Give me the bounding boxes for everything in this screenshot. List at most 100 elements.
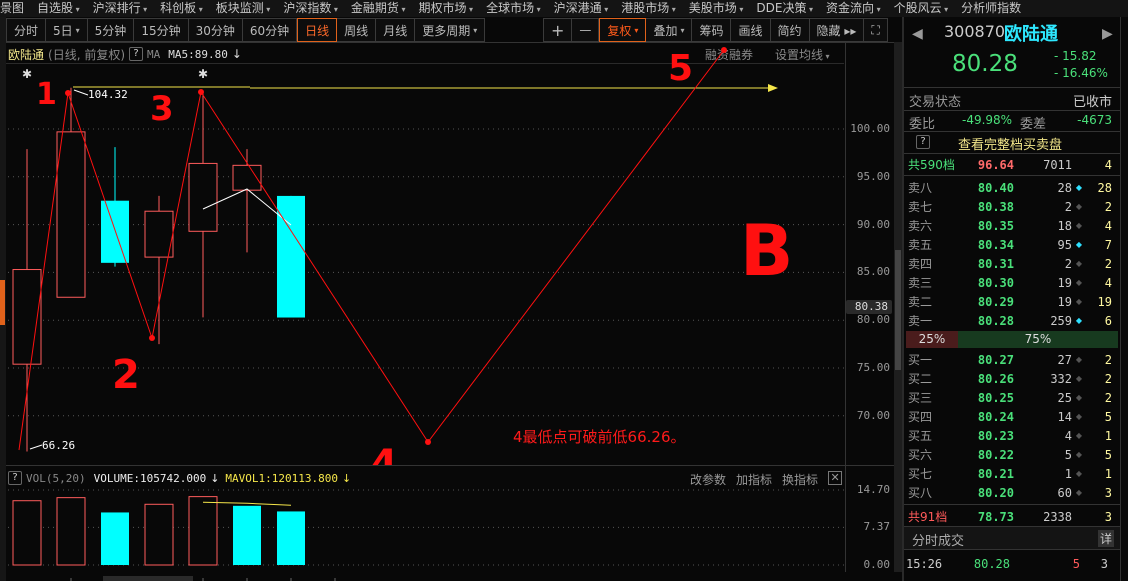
level-count: 19 [1097,294,1112,309]
level-count: 1 [1104,466,1112,481]
ask-row[interactable]: 卖五 80.34 95 ◆ 7 [908,235,1116,254]
bid-row[interactable]: 买一 80.27 27 ◆ 2 [908,350,1116,369]
level-label: 买六 [908,448,933,462]
trade-time: 15:26 [906,556,943,571]
bid-total-price: 78.73 [977,509,1014,524]
level-volume: 259 [1050,313,1072,328]
level-label: 买四 [908,410,933,424]
level-price: 80.25 [977,390,1014,405]
level-count: 4 [1104,275,1112,290]
book-help-button[interactable]: ? [916,135,930,149]
hand-mark-2: 2 [112,352,140,398]
prev-stock-icon[interactable]: ◀ [912,26,923,42]
bid-row[interactable]: 买五 80.23 4 ◆ 1 [908,426,1116,445]
volume-chart [8,489,845,581]
ask-row[interactable]: 卖一 80.28 259 ◆ 6 [908,311,1116,330]
change-value: - 15.82 [1054,49,1097,63]
horizontal-scrollbar-thumb[interactable] [103,576,193,581]
arrow-tip-icon [65,90,71,96]
ask-row[interactable]: 卖三 80.30 19 ◆ 4 [908,273,1116,292]
trade-price: 80.28 [973,556,1010,571]
high-label: 104.32 [88,88,128,101]
level-price: 80.21 [977,466,1014,481]
level-price: 80.24 [977,409,1014,424]
level-price: 80.27 [977,352,1014,367]
level-volume: 28 [1057,180,1072,195]
ask-row[interactable]: 卖六 80.35 18 ◆ 4 [908,216,1116,235]
order-dot-icon: ◆ [1075,221,1083,230]
bid-total-label: 共91档 [908,510,948,524]
level-volume: 1 [1064,466,1072,481]
bid-row[interactable]: 买六 80.22 5 ◆ 5 [908,445,1116,464]
next-stock-icon[interactable]: ▶ [1102,26,1113,42]
level-price: 80.34 [977,237,1014,252]
level-count: 2 [1104,371,1112,386]
level-label: 买一 [908,353,933,367]
candlestick-chart[interactable]: ✱ ✱ 104.32 66.26 1 2 3 4 5 B 4最低点可破前低66.26。 [0,0,900,465]
menu-item-15[interactable]: 分析师指数 [961,0,1021,17]
order-dot-icon: ◆ [1075,355,1083,364]
candle-body [101,200,129,263]
candle-body [277,195,305,318]
ask-total-price: 96.64 [977,157,1014,172]
trade-vol: 5 [1072,556,1080,571]
bid-row[interactable]: 买四 80.24 14 ◆ 5 [908,407,1116,426]
arrow-tip-icon [149,335,155,341]
right-side-panel-edge[interactable] [1120,17,1128,581]
bid-row[interactable]: 买八 80.20 60 ◆ 3 [908,483,1116,502]
level-volume: 332 [1050,371,1072,386]
hand-mark-5: 5 [668,48,693,89]
bid-row[interactable]: 买七 80.21 1 ◆ 1 [908,464,1116,483]
volume-bar [101,512,129,565]
level-count: 2 [1104,390,1112,405]
weibi-value: -49.98% [962,113,1013,127]
level-count: 6 [1104,313,1112,328]
trade-status-label: 交易状态 [909,95,962,110]
level-count: 2 [1104,352,1112,367]
trade-status-value: 已收市 [1072,95,1112,110]
candle-body [56,131,86,298]
volume-bar [144,503,174,566]
bid-row[interactable]: 买三 80.25 25 ◆ 2 [908,388,1116,407]
menu-item-14[interactable]: 个股风云 [894,0,949,17]
level-price: 80.38 [977,199,1014,214]
level-price: 80.35 [977,218,1014,233]
level-count: 28 [1097,180,1112,195]
ticks-title: 分时成交 [912,534,965,549]
bid-total-cnt: 3 [1104,509,1112,524]
ticks-header: 分时成交 详 [904,527,1120,549]
bid-row[interactable]: 买二 80.26 332 ◆ 2 [908,369,1116,388]
ask-row[interactable]: 卖七 80.38 2 ◆ 2 [908,197,1116,216]
ask-row[interactable]: 卖二 80.29 19 ◆ 19 [908,292,1116,311]
level-label: 卖一 [908,314,933,328]
full-order-book-link[interactable]: 查看完整档买卖盘 [958,134,1062,153]
level-count: 2 [1104,199,1112,214]
ticks-detail-button[interactable]: 详 [1097,530,1114,547]
ask-total-label: 共590档 [908,158,955,172]
level-label: 卖三 [908,276,933,290]
hand-mark-1: 1 [36,77,57,112]
stock-name: 欧陆通 [1004,24,1058,45]
level-label: 卖二 [908,295,933,309]
level-volume: 18 [1057,218,1072,233]
ask-row[interactable]: 卖四 80.31 2 ◆ 2 [908,254,1116,273]
high-star-icon: ✱ [198,67,208,81]
order-dot-icon: ◆ [1075,278,1083,287]
level-volume: 2 [1064,199,1072,214]
arrow-tip-icon [198,89,204,95]
level-volume: 14 [1057,409,1072,424]
ask-total-cnt: 4 [1104,157,1112,172]
order-dot-icon: ◆ [1075,316,1083,325]
ask-row[interactable]: 卖八 80.40 28 ◆ 28 [908,178,1116,197]
level-price: 80.20 [977,485,1014,500]
level-volume: 95 [1057,237,1072,252]
volume-bar [233,505,261,565]
order-dot-icon: ◆ [1075,393,1083,402]
volume-bar [277,511,305,565]
high-star-icon: ✱ [22,67,32,81]
level-price: 80.30 [977,275,1014,290]
order-dot-icon: ◆ [1075,412,1083,421]
buy-ratio-bar: 75% [958,331,1118,348]
order-dot-icon: ◆ [1075,297,1083,306]
change-percent: - 16.46% [1054,66,1108,80]
